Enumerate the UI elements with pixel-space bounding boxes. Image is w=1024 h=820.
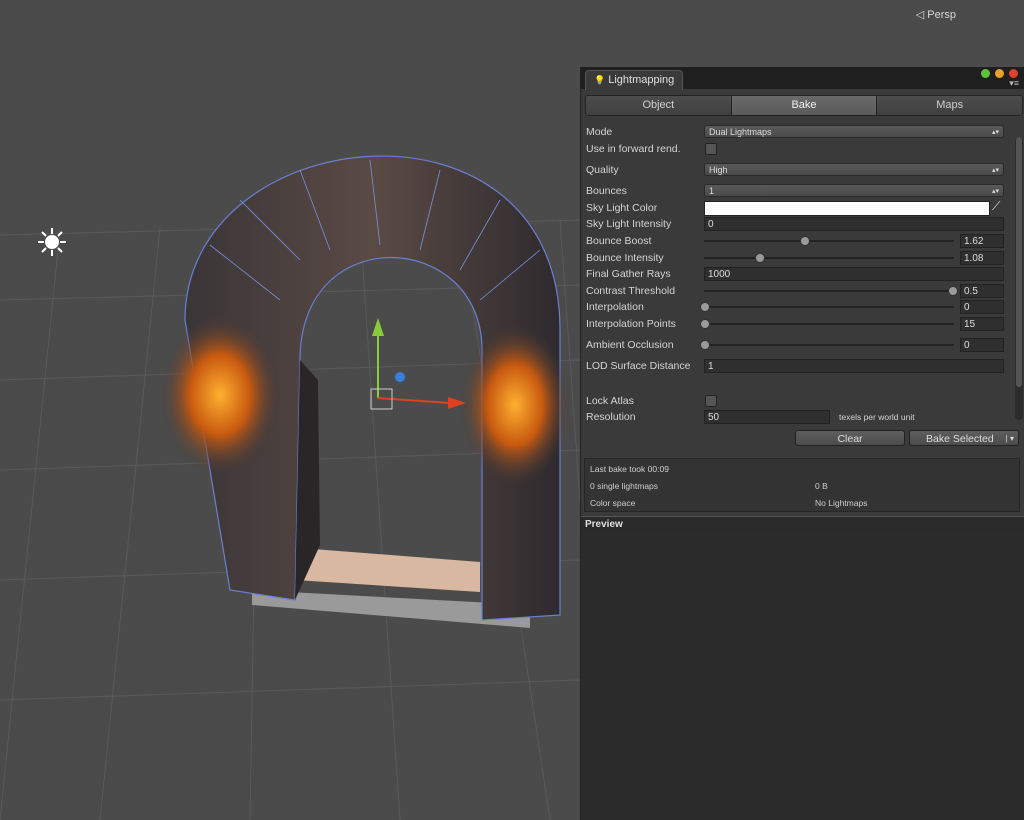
dropdown-arrow-icon[interactable]: | ▾ [1006, 431, 1014, 447]
contrast-row: Contrast Threshold 0.5 [586, 284, 1006, 300]
lock-atlas-row: Lock Atlas [586, 394, 1006, 410]
resolution-row: Resolution 50 texels per world unit [586, 410, 1006, 426]
bounces-value: 1 [709, 186, 715, 196]
updown-arrow-icon: ▴▾ [991, 167, 999, 174]
tab-bake[interactable]: Bake [731, 96, 878, 115]
final-gather-field[interactable]: 1000 [704, 267, 1004, 281]
tab-object[interactable]: Object [586, 96, 732, 115]
bounce-boost-label: Bounce Boost [586, 235, 652, 247]
quality-value: High [709, 165, 728, 175]
slider-knob[interactable] [800, 236, 810, 246]
sky-intensity-row: Sky Light Intensity 0 [586, 217, 1006, 233]
projection-label[interactable]: ◁ Persp [916, 8, 956, 21]
clear-button[interactable]: Clear [795, 430, 905, 446]
color-space-value: No Lightmaps [815, 498, 868, 508]
resolution-field[interactable]: 50 [704, 410, 830, 424]
lightmap-size-text: 0 B [815, 481, 828, 491]
lightmap-count-text: 0 single lightmaps [590, 481, 659, 491]
interp-points-field[interactable]: 15 [960, 317, 1004, 331]
contrast-field[interactable]: 0.5 [960, 284, 1004, 298]
bounce-intensity-row: Bounce Intensity 1.08 [586, 251, 1006, 267]
final-gather-row: Final Gather Rays 1000 [586, 267, 1006, 283]
bounce-intensity-label: Bounce Intensity [586, 252, 664, 264]
lightmapping-window: 💡 Lightmapping ▾≡ Object Bake Maps Mode D… [580, 67, 1024, 820]
lock-atlas-label: Lock Atlas [586, 395, 634, 407]
window-menu-icon[interactable]: ▾≡ [1009, 78, 1019, 89]
final-gather-label: Final Gather Rays [586, 268, 671, 280]
bake-selected-label: Bake Selected [926, 433, 994, 445]
resolution-unit: texels per world unit [839, 412, 915, 422]
slider-knob[interactable] [947, 286, 958, 296]
window-tab[interactable]: 💡 Lightmapping [585, 70, 684, 90]
lock-atlas-checkbox[interactable] [705, 395, 717, 407]
lod-label: LOD Surface Distance [586, 360, 691, 372]
interpolation-slider[interactable] [700, 302, 954, 312]
updown-arrow-icon: ▴▾ [991, 188, 999, 195]
interp-points-slider[interactable] [700, 319, 954, 329]
updown-arrow-icon: ▴▾ [991, 129, 999, 136]
bounces-label: Bounces [586, 185, 627, 197]
mode-row: Mode Dual Lightmaps ▴▾ [586, 125, 1006, 141]
eyedropper-icon[interactable]: ⟋ [992, 199, 1000, 214]
slider-knob[interactable] [755, 253, 765, 263]
preview-header[interactable]: Preview [581, 516, 1024, 532]
lod-field[interactable]: 1 [704, 359, 1004, 373]
interpolation-field[interactable]: 0 [960, 300, 1004, 314]
maximize-icon[interactable] [981, 69, 990, 78]
ao-label: Ambient Occlusion [586, 339, 674, 351]
window-title: Lightmapping [608, 74, 675, 86]
move-gizmo-icon [370, 318, 466, 410]
lightbulb-icon: 💡 [594, 75, 606, 85]
forward-checkbox[interactable] [705, 143, 717, 155]
mode-label: Mode [586, 126, 613, 138]
close-icon[interactable] [1009, 69, 1018, 78]
sky-intensity-field[interactable]: 0 [704, 217, 1004, 231]
window-titlebar: 💡 Lightmapping ▾≡ [581, 67, 1024, 90]
interp-points-label: Interpolation Points [586, 318, 676, 330]
slider-knob[interactable] [700, 340, 710, 350]
sky-intensity-label: Sky Light Intensity [586, 218, 672, 230]
last-bake-text: Last bake took 00:09 [590, 464, 669, 474]
bounce-boost-row: Bounce Boost 1.62 [586, 234, 1006, 250]
minimize-icon[interactable] [995, 69, 1004, 78]
bake-selected-button[interactable]: Bake Selected | ▾ [909, 430, 1019, 446]
ao-slider[interactable] [700, 340, 954, 350]
interpolation-label: Interpolation [586, 301, 644, 313]
bounce-intensity-slider[interactable] [704, 253, 954, 263]
contrast-slider[interactable] [704, 286, 958, 296]
resolution-label: Resolution [586, 411, 636, 423]
forward-row: Use in forward rend. [586, 142, 1006, 158]
bounces-dropdown[interactable]: 1 ▴▾ [704, 184, 1004, 197]
mode-dropdown[interactable]: Dual Lightmaps ▴▾ [704, 125, 1004, 138]
sky-color-swatch[interactable] [704, 201, 990, 216]
bounce-boost-slider[interactable] [704, 236, 954, 246]
lod-row: LOD Surface Distance 1 [586, 359, 1006, 375]
bake-status-box: Last bake took 00:09 0 single lightmaps … [584, 458, 1020, 512]
slider-knob[interactable] [700, 302, 710, 312]
forward-label: Use in forward rend. [586, 143, 681, 155]
mode-value: Dual Lightmaps [709, 127, 772, 137]
quality-row: Quality High ▴▾ [586, 163, 1006, 179]
preview-area [581, 532, 1024, 820]
interpolation-row: Interpolation 0 [586, 300, 1006, 316]
sky-color-row: Sky Light Color ⟋ [586, 199, 1006, 217]
slider-knob[interactable] [700, 319, 710, 329]
scrollbar[interactable] [1015, 137, 1023, 420]
color-space-label: Color space [590, 498, 636, 508]
bounce-intensity-field[interactable]: 1.08 [960, 251, 1004, 265]
interp-points-row: Interpolation Points 15 [586, 317, 1006, 333]
ao-field[interactable]: 0 [960, 338, 1004, 352]
sun-icon [38, 228, 66, 256]
bounces-row: Bounces 1 ▴▾ [586, 184, 1006, 200]
bounce-boost-field[interactable]: 1.62 [960, 234, 1004, 248]
contrast-label: Contrast Threshold [586, 285, 676, 297]
quality-label: Quality [586, 164, 619, 176]
tab-bar: Object Bake Maps [585, 95, 1023, 116]
ao-row: Ambient Occlusion 0 [586, 338, 1006, 354]
sky-color-label: Sky Light Color [586, 202, 658, 214]
scroll-thumb[interactable] [1016, 137, 1022, 387]
tab-maps[interactable]: Maps [877, 96, 1022, 115]
quality-dropdown[interactable]: High ▴▾ [704, 163, 1004, 176]
